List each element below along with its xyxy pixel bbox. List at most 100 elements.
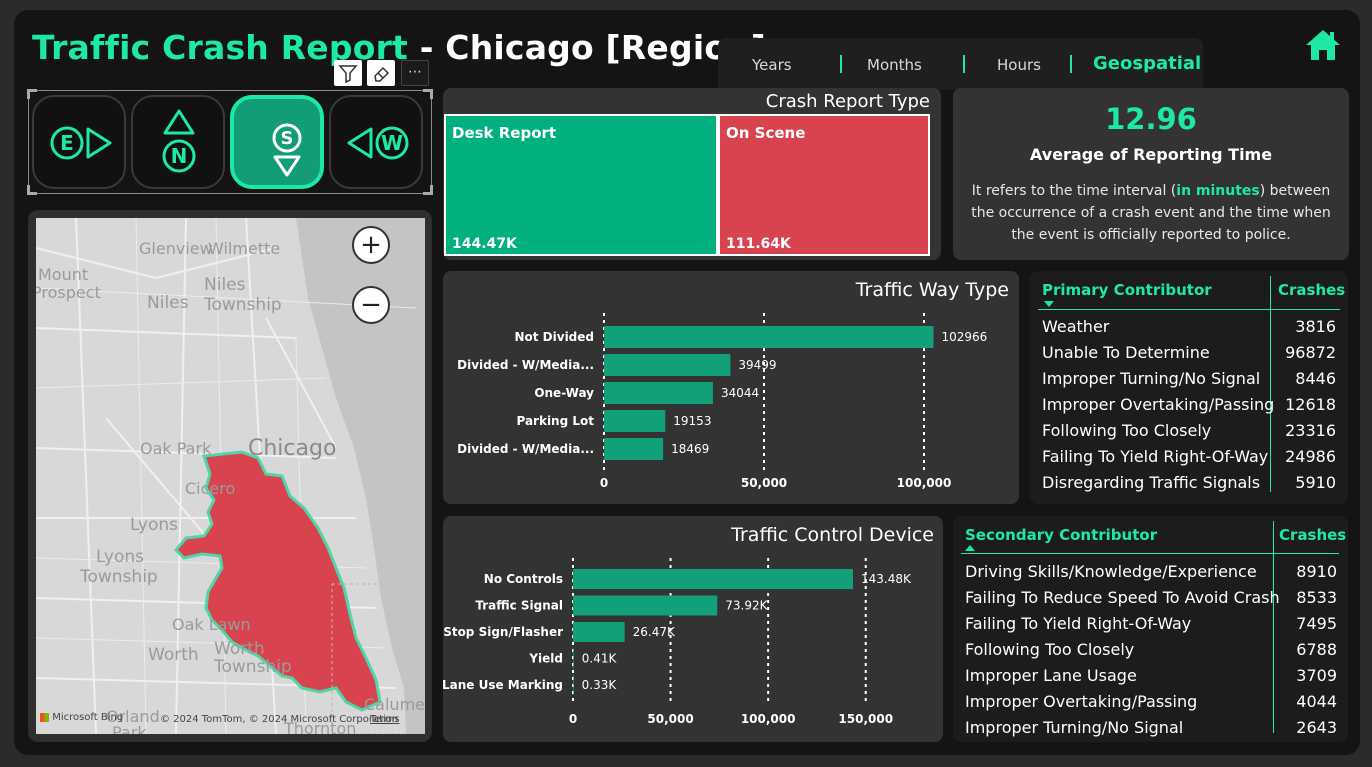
sort-up-icon[interactable] (965, 545, 975, 551)
table-row-value[interactable]: 8446 (1295, 369, 1336, 388)
category-label: Traffic Signal (475, 599, 563, 613)
east-button[interactable]: E (32, 95, 126, 189)
table-row-value[interactable]: 6788 (1296, 640, 1337, 659)
data-label: 18469 (671, 442, 709, 456)
table-row-name[interactable]: Improper Overtaking/Passing (965, 692, 1197, 711)
data-label: 26.47K (633, 625, 676, 639)
category-label: Not Divided (514, 330, 594, 344)
bar[interactable] (604, 354, 731, 376)
table-row-name[interactable]: Improper Lane Usage (965, 666, 1137, 685)
crashes-header[interactable]: Crashes (1279, 526, 1346, 544)
crash-map[interactable]: Glenview Wilmette Mount Prospect Niles N… (36, 218, 425, 734)
traffic-way-type-panel: Traffic Way Type 0 50,000 100,000 Not Divid… (443, 271, 1019, 504)
filter-icon (338, 65, 358, 84)
secondary-contributor-header[interactable]: Secondary Contributor (965, 526, 1157, 544)
table-row-value[interactable]: 2643 (1296, 718, 1337, 737)
home-button[interactable] (1304, 28, 1342, 62)
primary-contributor-header[interactable]: Primary Contributor (1042, 281, 1212, 299)
table-row-value[interactable]: 5910 (1295, 473, 1336, 492)
svg-text:S: S (281, 128, 294, 149)
selection-corner (423, 89, 433, 99)
crashes-header[interactable]: Crashes (1278, 281, 1345, 299)
bing-logo: Microsoft Bing (40, 712, 123, 723)
selection-corner (423, 185, 433, 195)
home-icon (1306, 30, 1340, 60)
table-row-value[interactable]: 7495 (1296, 614, 1337, 633)
map-label: Worth (148, 645, 199, 665)
table-row-value[interactable]: 4044 (1296, 692, 1337, 711)
table-row-value[interactable]: 3709 (1296, 666, 1337, 685)
zoom-out-button[interactable]: − (352, 286, 390, 324)
table-row-name[interactable]: Failing To Yield Right-Of-Way (1042, 447, 1268, 466)
map-brand: Microsoft Bing (52, 712, 124, 723)
clear-selection-button[interactable] (367, 60, 395, 86)
treemap-on-scene[interactable]: On Scene 111.64K (718, 114, 930, 256)
map-label: Oak Lawn (172, 615, 251, 634)
bar[interactable] (573, 675, 574, 695)
bar[interactable] (604, 410, 666, 432)
map-label-chicago: Chicago (248, 436, 337, 461)
kpi-value: 12.96 (1105, 102, 1197, 136)
tab-hours[interactable]: Hours (997, 56, 1041, 74)
filter-button[interactable] (334, 60, 362, 86)
crash-report-type-panel: Crash Report Type Desk Report 144.47K On… (443, 88, 941, 260)
table-row-name[interactable]: Failing To Yield Right-Of-Way (965, 614, 1191, 633)
traffic-control-device-chart: 0 50,000 100,000 150,000 No Controls 143.48K T… (443, 558, 912, 726)
table-row-name[interactable]: Disregarding Traffic Signals (1042, 473, 1260, 492)
kpi-desc-highlight: in minutes (1176, 183, 1260, 199)
bar[interactable] (573, 648, 574, 669)
table-row-name[interactable]: Improper Turning/No Signal (965, 718, 1183, 737)
map-label: Glenview (139, 239, 213, 258)
table-row-value[interactable]: 96872 (1285, 343, 1336, 362)
tab-geospatial[interactable]: Geospatial (1093, 53, 1201, 74)
data-label: 34044 (721, 386, 759, 400)
north-button[interactable]: N (131, 95, 225, 189)
south-button[interactable]: S (230, 95, 324, 189)
data-label: 0.41K (582, 652, 618, 666)
kpi-description: It refers to the time interval (in minut… (963, 180, 1339, 246)
table-row-name[interactable]: Following Too Closely (1042, 421, 1211, 440)
tab-separator (963, 55, 965, 73)
west-button[interactable]: W (329, 95, 423, 189)
kpi-label: Average of Reporting Time (1029, 145, 1273, 164)
bar[interactable] (604, 438, 664, 460)
bar[interactable] (573, 595, 718, 616)
traffic-way-type-chart: 0 50,000 100,000 Not Divided 102966 Divided -… (457, 313, 987, 490)
table-row-value[interactable]: 3816 (1295, 317, 1336, 336)
zoom-in-button[interactable]: + (352, 226, 390, 264)
traffic-control-device-panel: Traffic Control Device 0 50,000 100,000 150… (443, 516, 943, 742)
tab-separator (1070, 55, 1072, 73)
treemap-label: Desk Report (452, 124, 557, 142)
table-row-value[interactable]: 8533 (1296, 588, 1337, 607)
table-row-name[interactable]: Unable To Determine (1042, 343, 1210, 362)
treemap-desk-report[interactable]: Desk Report 144.47K (444, 114, 718, 256)
map-terms-link[interactable]: Terms (370, 714, 399, 725)
east-icon: E (50, 126, 112, 160)
table-row-name[interactable]: Following Too Closely (965, 640, 1134, 659)
bar[interactable] (573, 569, 854, 589)
primary-contributor-table: Primary Contributor Crashes Weather 3816 U… (1030, 271, 1348, 504)
more-options-button[interactable]: ⋯ (401, 60, 429, 86)
table-row-name[interactable]: Driving Skills/Knowledge/Experience (965, 562, 1257, 581)
bar[interactable] (573, 622, 625, 642)
table-row-name[interactable]: Weather (1042, 317, 1109, 336)
map-label: Township (80, 567, 158, 587)
table-row-value[interactable]: 12618 (1285, 395, 1336, 414)
table-row-value[interactable]: 8910 (1296, 562, 1337, 581)
map-label: Worth (214, 639, 265, 659)
tab-months[interactable]: Months (867, 56, 922, 74)
table-row-value[interactable]: 24986 (1285, 447, 1336, 466)
bar[interactable] (604, 326, 934, 348)
tab-years[interactable]: Years (752, 56, 792, 74)
sort-down-icon[interactable] (1044, 301, 1054, 307)
table-row-name[interactable]: Failing To Reduce Speed To Avoid Crash (965, 588, 1280, 607)
table-row-name[interactable]: Improper Overtaking/Passing (1042, 395, 1274, 414)
treemap-value: 111.64K (726, 236, 791, 252)
table-row-value[interactable]: 23316 (1285, 421, 1336, 440)
treemap-label: On Scene (726, 124, 806, 142)
bar[interactable] (604, 382, 713, 404)
map-label: Cicero (185, 479, 236, 498)
map-label: Lyons (96, 547, 145, 567)
table-row-name[interactable]: Improper Turning/No Signal (1042, 369, 1260, 388)
nav-tabs: Years Months Hours Geospatial (718, 38, 1203, 90)
